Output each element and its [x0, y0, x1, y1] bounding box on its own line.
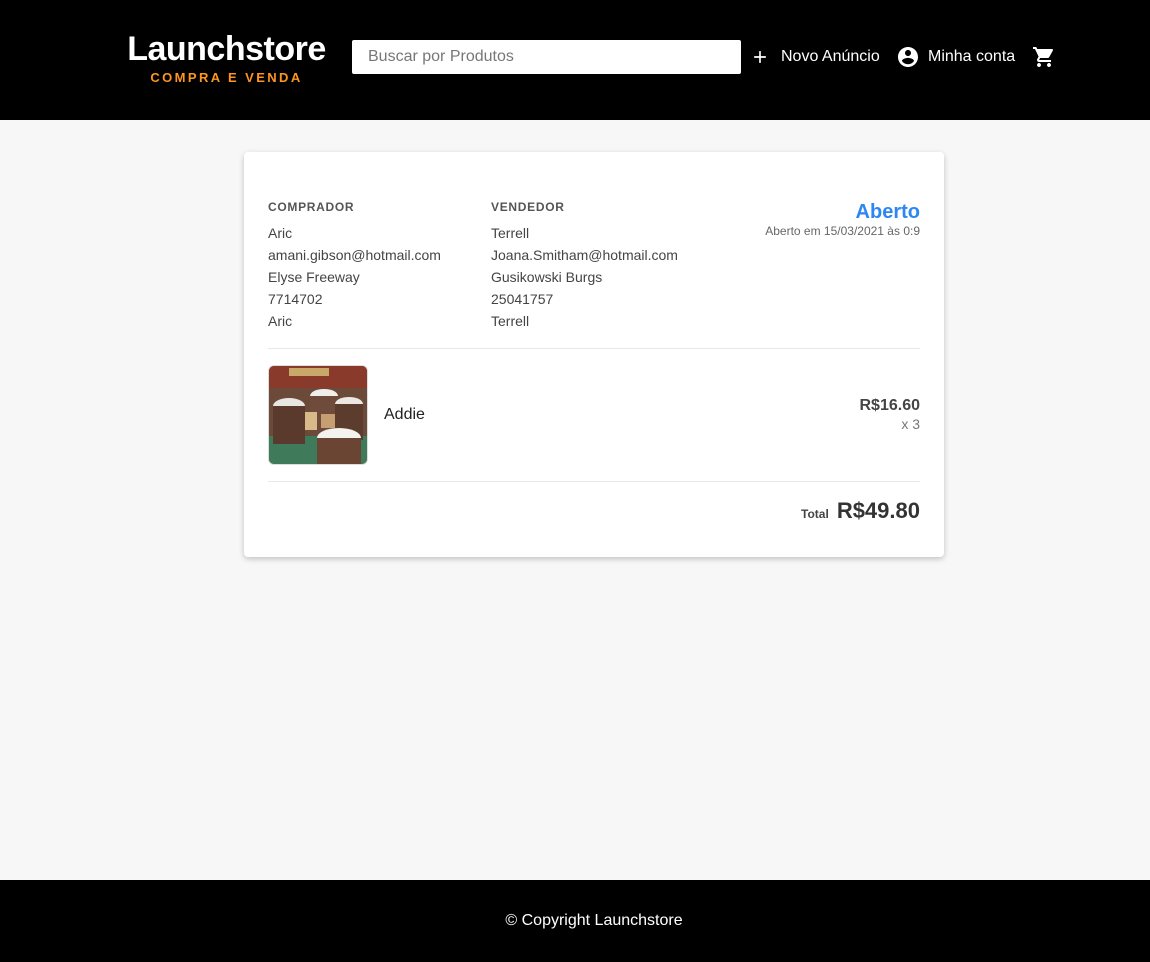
seller-cep: 25041757	[491, 291, 554, 307]
new-ad-label: Novo Anúncio	[781, 48, 880, 65]
buyer-name: Aric	[268, 225, 293, 241]
buyer-info: COMPRADOR Aric amani.gibson@hotmail.com …	[268, 200, 441, 332]
product-price: R$16.60	[859, 397, 921, 414]
product-name[interactable]: Addie	[384, 406, 425, 424]
search-input[interactable]	[352, 40, 741, 74]
seller-name: Terrell	[491, 225, 530, 241]
seller-info: VENDEDOR Terrell Joana.Smitham@hotmail.c…	[491, 200, 678, 332]
total-value: R$49.80	[836, 498, 920, 523]
total-label: Total	[801, 507, 829, 521]
divider	[268, 481, 920, 482]
site-header: Launchstore COMPRA E VENDA Novo Anúncio …	[0, 0, 1150, 120]
logo-subtitle: COMPRA E VENDA	[150, 70, 303, 85]
new-ad-link[interactable]: Novo Anúncio	[750, 44, 880, 70]
copyright-text: © Copyright Launchstore	[505, 912, 683, 929]
seller-heading: VENDEDOR	[491, 200, 565, 214]
logo[interactable]: Launchstore COMPRA E VENDA	[124, 30, 329, 85]
seller-address: Gusikowski Burgs	[491, 269, 603, 285]
order-status: Aberto Aberto em 15/03/2021 às 0:9	[765, 200, 920, 238]
logo-title: Launchstore	[127, 30, 326, 68]
product-image[interactable]	[268, 365, 368, 465]
cart-link[interactable]	[1032, 44, 1056, 70]
order-card: COMPRADOR Aric amani.gibson@hotmail.com …	[244, 152, 944, 557]
order-total: Total R$49.80	[801, 498, 920, 524]
shopping-cart-icon	[1032, 45, 1056, 69]
buyer-extra: Aric	[268, 313, 293, 329]
buyer-heading: COMPRADOR	[268, 200, 355, 214]
buyer-email: amani.gibson@hotmail.com	[268, 247, 441, 263]
seller-extra: Terrell	[491, 313, 530, 329]
account-label: Minha conta	[928, 48, 1016, 65]
site-footer: © Copyright Launchstore	[0, 880, 1150, 962]
account-link[interactable]: Minha conta	[896, 44, 1015, 70]
plus-icon	[750, 47, 781, 67]
buyer-cep: 7714702	[268, 291, 323, 307]
product-price-block: R$16.60 x 3	[860, 397, 921, 433]
product-quantity: x 3	[901, 416, 920, 432]
status-label: Aberto	[855, 201, 920, 223]
divider	[268, 348, 920, 349]
status-date: Aberto em 15/03/2021 às 0:9	[765, 224, 920, 238]
account-circle-icon	[896, 45, 928, 69]
seller-email: Joana.Smitham@hotmail.com	[491, 247, 678, 263]
buyer-address: Elyse Freeway	[268, 269, 360, 285]
